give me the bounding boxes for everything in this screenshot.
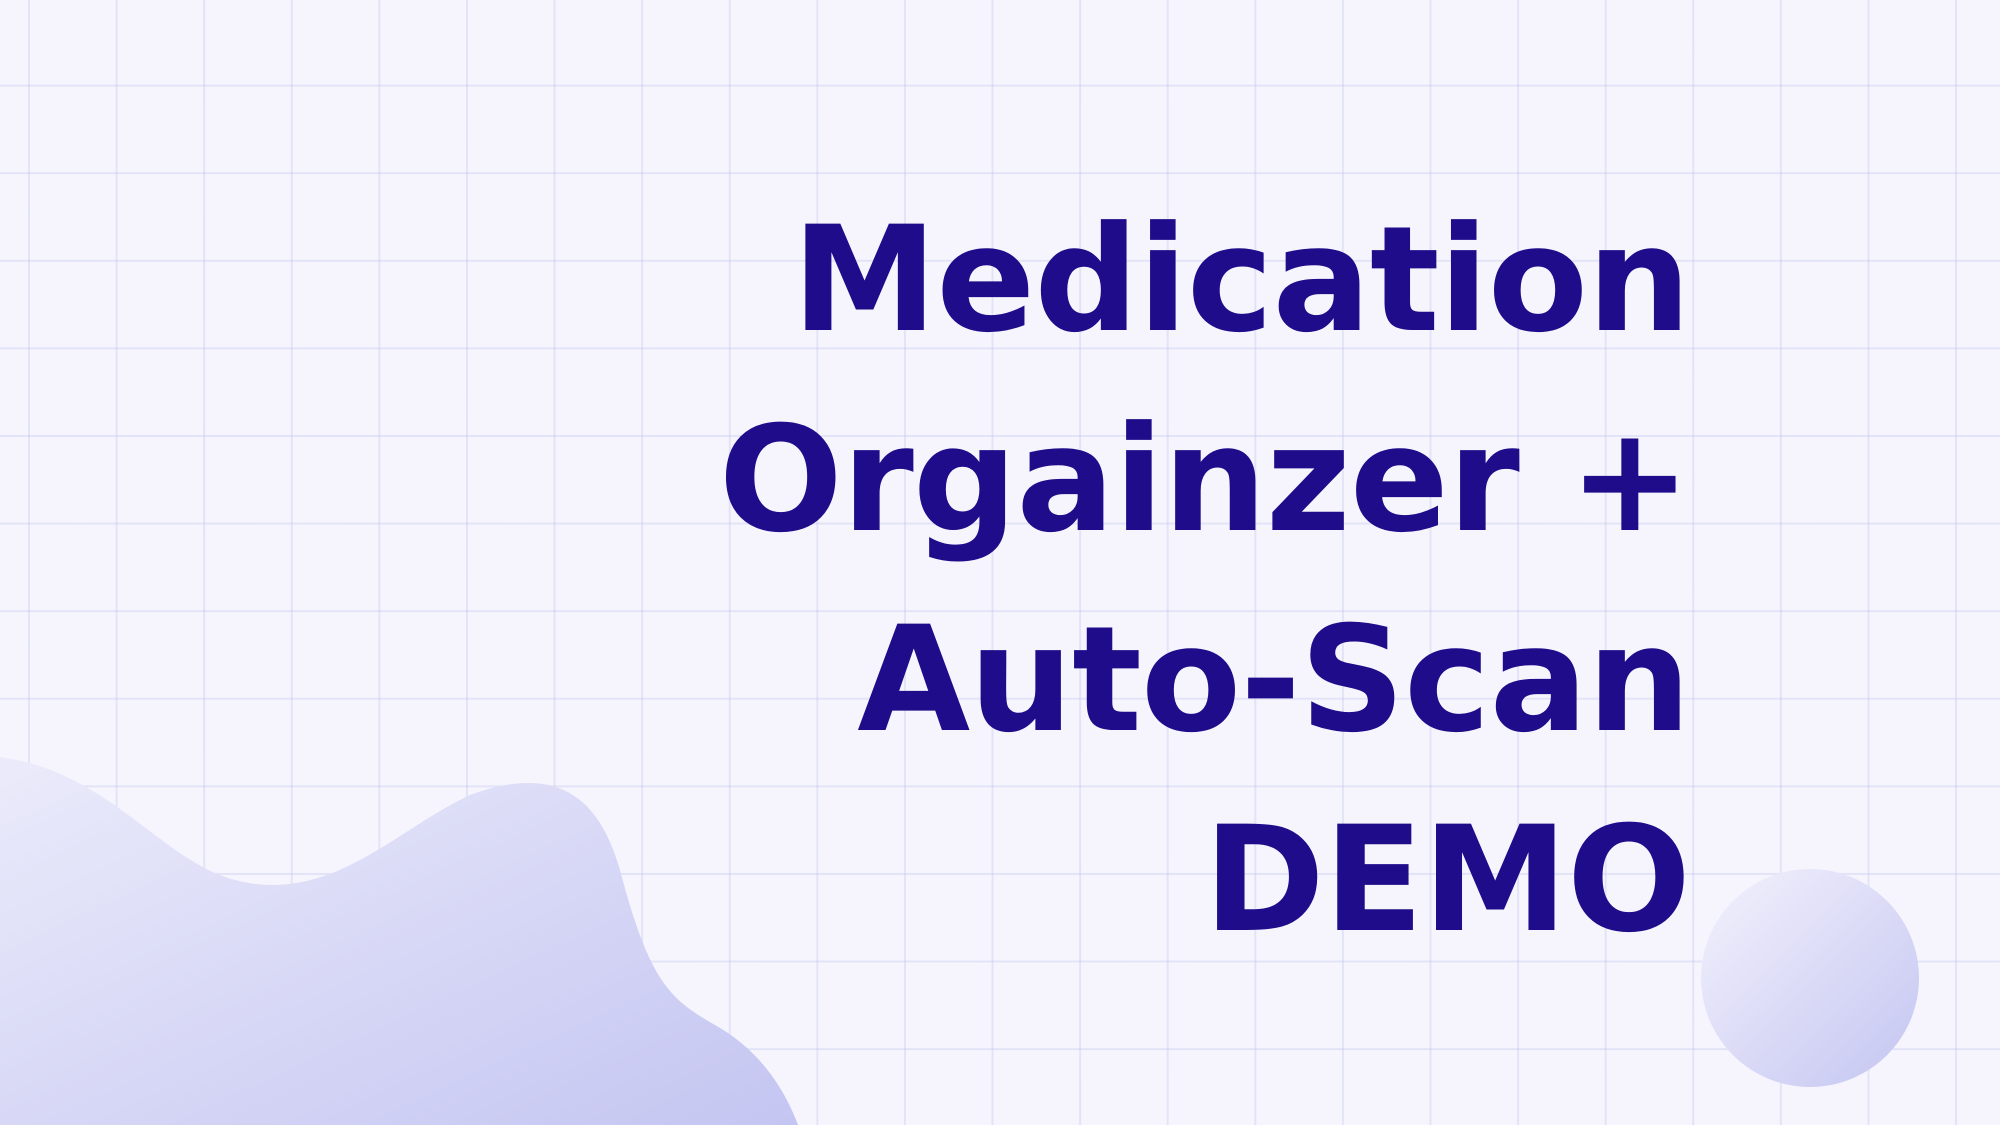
title-slide: Medication Orgainzer + Auto-Scan DEMO xyxy=(0,0,2000,1125)
slide-title: Medication Orgainzer + Auto-Scan DEMO xyxy=(390,180,1691,980)
title-line-2: Orgainzer + xyxy=(718,395,1691,565)
title-line-4: DEMO xyxy=(1203,795,1691,965)
circle-blob xyxy=(1701,869,1919,1087)
title-line-1: Medication xyxy=(791,195,1691,365)
title-line-3: Auto-Scan xyxy=(857,595,1691,765)
